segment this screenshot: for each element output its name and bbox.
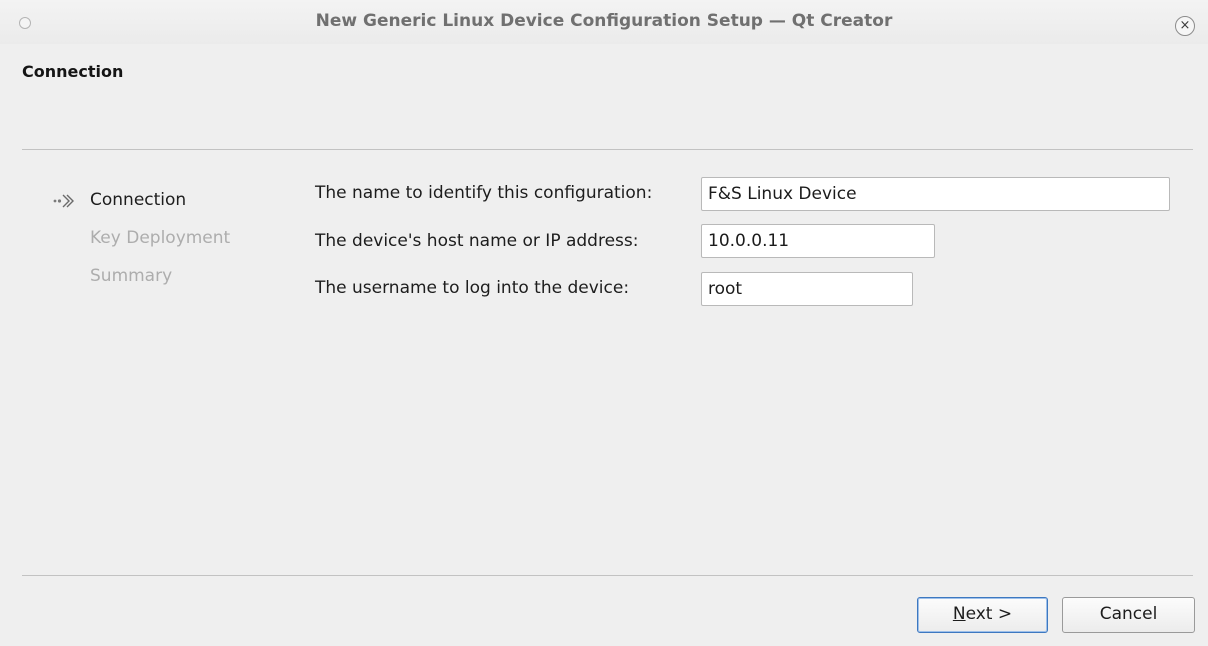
close-button[interactable]: × [1175,16,1195,36]
username-input[interactable] [701,272,913,306]
host-input[interactable] [701,224,935,258]
page-title: Connection [22,62,124,81]
next-mnemonic: N [952,604,966,624]
username-label: The username to log into the device: [315,278,630,298]
next-button[interactable]: Next > [917,597,1048,633]
cancel-button[interactable]: Cancel [1062,597,1195,633]
header-divider [22,149,1193,150]
title-bar: New Generic Linux Device Configuration S… [0,0,1208,44]
footer-divider [22,575,1193,576]
step-summary: Summary [90,266,173,286]
window-title: New Generic Linux Device Configuration S… [315,11,893,31]
config-name-label: The name to identify this configuration: [315,183,653,203]
step-connection: Connection [90,190,187,210]
next-label: ext > [965,604,1013,624]
host-label: The device's host name or IP address: [315,231,639,251]
arrow-right-icon [53,194,74,208]
config-name-input[interactable] [701,177,1170,211]
step-key-deployment: Key Deployment [90,228,231,248]
